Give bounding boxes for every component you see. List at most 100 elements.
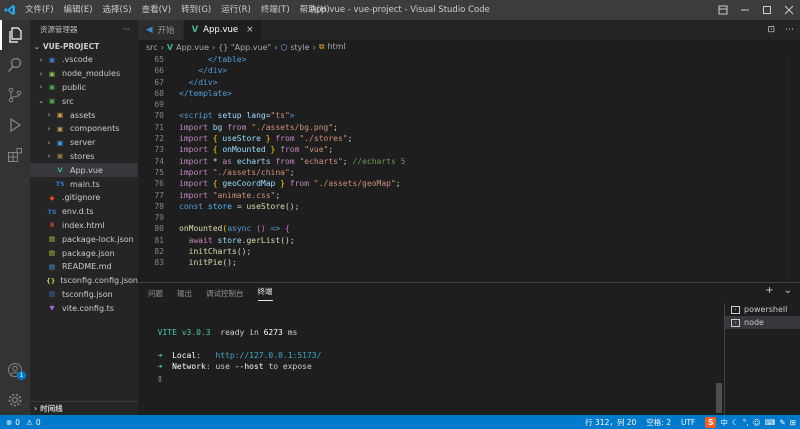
problems-status[interactable]: ⊗ 0 ⚠ 0: [6, 418, 41, 427]
tree-item[interactable]: V App.vue: [30, 163, 138, 178]
panel-tab[interactable]: 输出: [177, 288, 192, 299]
indentation[interactable]: 空格: 2: [646, 417, 671, 428]
encoding[interactable]: UTF: [681, 418, 695, 427]
breadcrumb-item[interactable]: src: [146, 43, 158, 52]
tree-item[interactable]: › ▣ .vscode: [30, 53, 138, 67]
code-text: onMounted(async () => {: [164, 223, 290, 234]
punctuation-icon[interactable]: °,: [743, 418, 749, 427]
tree-item-label: public: [62, 82, 87, 92]
tree-item[interactable]: ⌄ ▣ src: [30, 94, 138, 108]
more-actions-icon[interactable]: ⋯: [785, 25, 794, 35]
more-actions-icon[interactable]: ···: [123, 20, 130, 40]
tree-item[interactable]: ▼ vite.config.ts: [30, 301, 138, 315]
search-icon[interactable]: [0, 50, 30, 80]
source-control-icon[interactable]: [0, 80, 30, 110]
new-terminal-icon[interactable]: +: [765, 285, 773, 296]
tree-item[interactable]: ▤ package-lock.json: [30, 232, 138, 246]
breadcrumb-item[interactable]: V App.vue: [167, 43, 209, 52]
tab--[interactable]: ◀ 开始: [138, 20, 184, 40]
moon-icon[interactable]: ☾: [732, 418, 739, 427]
terminal-instance[interactable]: › powershell: [725, 303, 800, 316]
panel-tab[interactable]: 终端: [257, 286, 273, 301]
panel-tab[interactable]: 调试控制台: [206, 288, 244, 299]
tree-item-label: vite.config.ts: [62, 303, 114, 313]
tree-item[interactable]: ▤ README.md: [30, 260, 138, 274]
tsconfig-file-icon: {}: [46, 276, 56, 285]
sogou-logo-icon[interactable]: S: [705, 416, 717, 428]
terminal-output[interactable]: VITE v3.0.3 ready in 6273 ms ➜ Local: ht…: [148, 315, 718, 405]
terminal-instance[interactable]: › node: [725, 316, 800, 329]
chevron-down-icon[interactable]: ⌄: [784, 285, 792, 296]
code-text: </table>: [164, 54, 247, 65]
code-token: "./assets/geoMap": [313, 179, 396, 189]
code-token: from: [275, 134, 300, 144]
grid-icon[interactable]: ⊞: [790, 418, 796, 427]
vite-file-icon: ▼: [49, 304, 55, 313]
tree-item[interactable]: ▤ package.json: [30, 246, 138, 260]
maximize-button[interactable]: [756, 0, 778, 20]
code-token: ;: [328, 145, 334, 155]
menu-item[interactable]: 查看(V): [137, 0, 176, 20]
tree-item[interactable]: ◆ .gitignore: [30, 191, 138, 205]
tree-item[interactable]: › ▣ server: [30, 136, 138, 150]
tree-item-label: stores: [70, 151, 95, 161]
close-window-button[interactable]: [778, 0, 800, 20]
split-editor-icon[interactable]: ⊡: [767, 25, 775, 35]
breadcrumb-item[interactable]: ⧉ html: [319, 42, 346, 52]
menu-item[interactable]: 选择(S): [98, 0, 137, 20]
accounts-icon[interactable]: 1: [0, 355, 30, 385]
layout-icon[interactable]: [712, 0, 734, 20]
menu-item[interactable]: 文件(F): [20, 0, 59, 20]
minimize-button[interactable]: [734, 0, 756, 20]
tree-item[interactable]: › ▣ stores: [30, 150, 138, 164]
tree-item[interactable]: ▤ tsconfig.json: [30, 288, 138, 302]
code-token: ;: [289, 167, 295, 177]
breadcrumb-item[interactable]: {} "App.vue": [218, 43, 271, 52]
code-token: ();: [236, 247, 252, 257]
code-token: }: [280, 179, 290, 189]
menu-item[interactable]: 终端(T): [256, 0, 295, 20]
panel-tab[interactable]: 问题: [148, 288, 163, 299]
menu-item[interactable]: 帮助(H): [295, 0, 335, 20]
tab-app-vue[interactable]: V App.vue ×: [183, 20, 263, 40]
breadcrumb-item[interactable]: ⬡ style: [280, 43, 309, 52]
cursor-position[interactable]: 行 312，列 20: [585, 417, 636, 428]
tree-item[interactable]: › ▣ public: [30, 81, 138, 95]
ime-language[interactable]: 中: [720, 417, 728, 428]
terminal-scrollbar[interactable]: [716, 383, 722, 413]
extensions-icon[interactable]: [0, 140, 30, 170]
line-number: 66: [154, 66, 164, 76]
code-token: "vue": [304, 145, 329, 155]
code-token: useStore: [246, 201, 285, 211]
menu-item[interactable]: 运行(R): [216, 0, 256, 20]
tree-item[interactable]: › ▣ node_modules: [30, 67, 138, 81]
run-debug-icon[interactable]: [0, 110, 30, 140]
tree-item[interactable]: TS env.d.ts: [30, 205, 138, 219]
editor-scrollbar[interactable]: [788, 54, 800, 282]
timeline-section[interactable]: › 时间线: [30, 401, 138, 415]
menu-item[interactable]: 编辑(E): [59, 0, 98, 20]
keyboard-icon[interactable]: ⌨: [765, 418, 776, 427]
tree-item[interactable]: {} tsconfig.config.json: [30, 274, 138, 288]
code-editor[interactable]: 65 </table> 66 </div> 67 </div> 68 </templat…: [138, 54, 800, 282]
explorer-icon[interactable]: [0, 20, 30, 50]
code-text: import * as echarts from "echarts"; //ec…: [164, 156, 405, 167]
project-root[interactable]: ⌄ VUE-PROJECT: [30, 40, 138, 53]
terminal-token: to expose: [263, 362, 312, 371]
skin-icon[interactable]: ✎: [779, 418, 785, 427]
settings-gear-icon[interactable]: [0, 385, 30, 415]
emoji-icon[interactable]: ☺: [753, 418, 761, 427]
tree-item[interactable]: › ▣ assets: [30, 108, 138, 122]
tree-item[interactable]: TS main.ts: [30, 177, 138, 191]
code-token: import: [179, 167, 213, 177]
tree-item[interactable]: 5 index.html: [30, 219, 138, 233]
terminal-token: ▯: [148, 373, 163, 383]
close-icon[interactable]: ×: [246, 25, 254, 35]
tree-item[interactable]: › ▣ components: [30, 122, 138, 136]
components-folder-icon: ▣: [56, 124, 64, 133]
menu-item[interactable]: 转到(G): [176, 0, 216, 20]
